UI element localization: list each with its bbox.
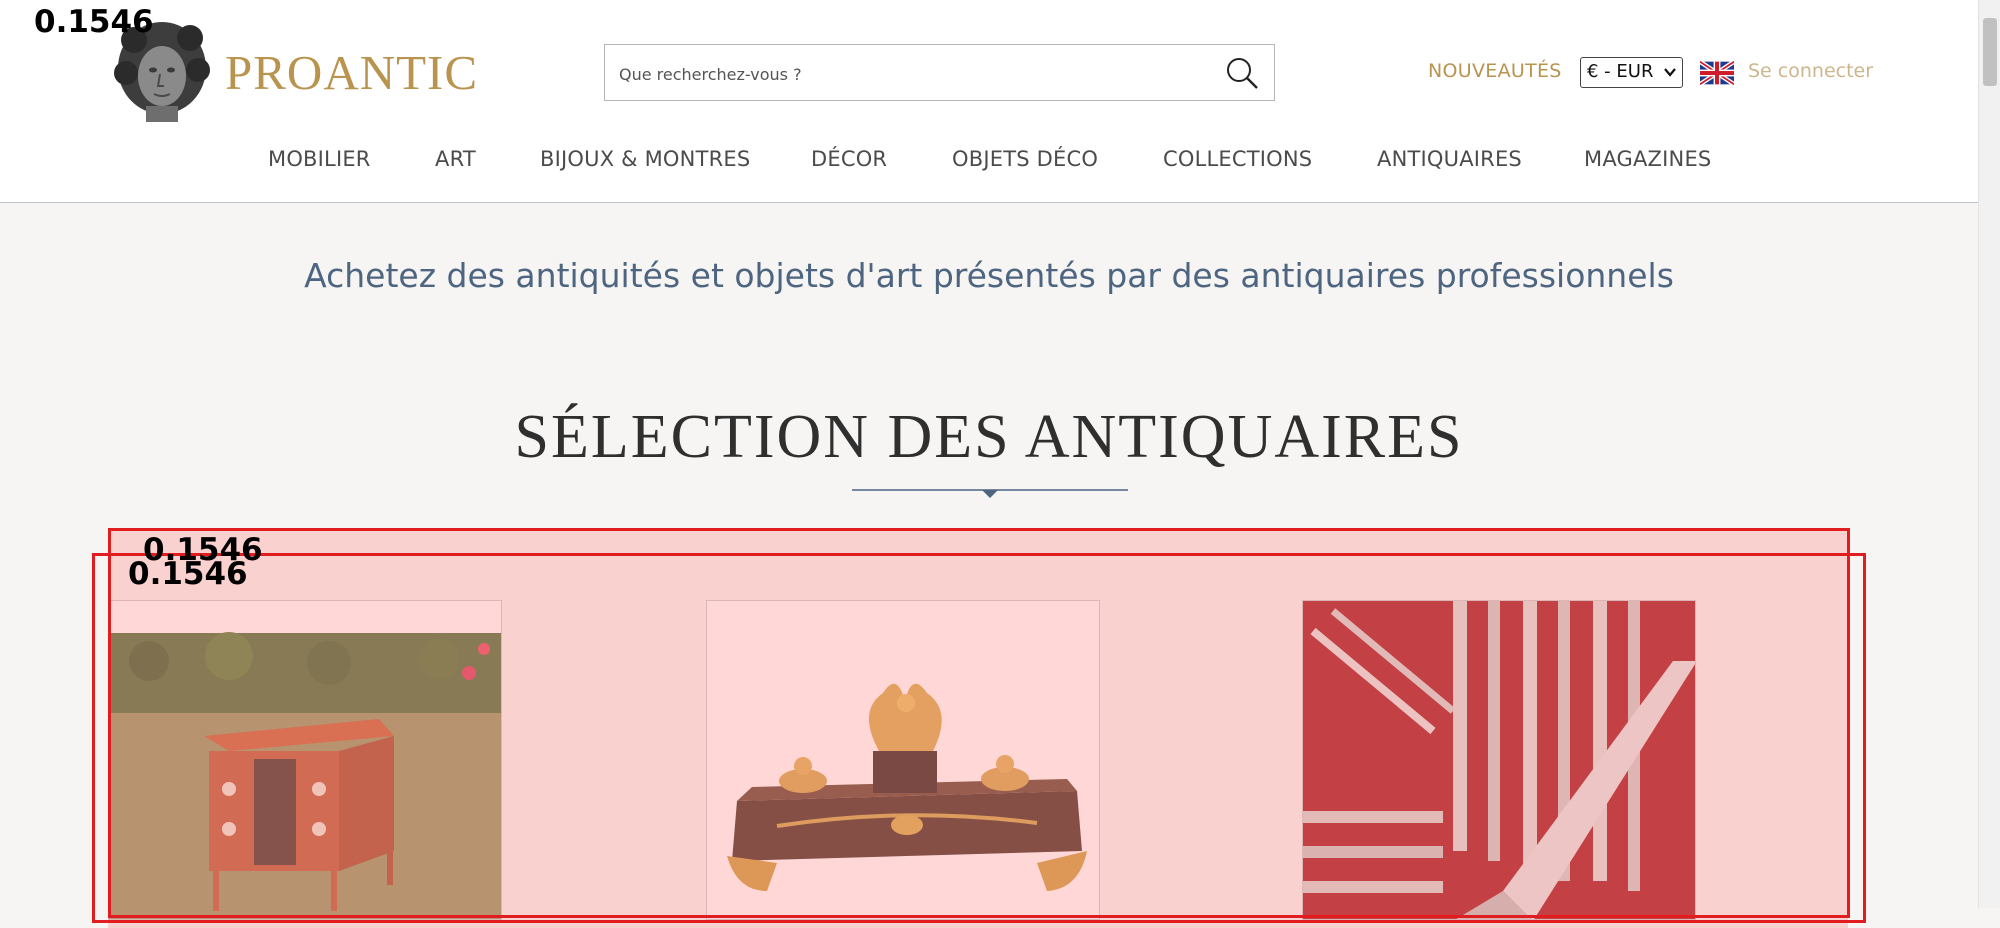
- logo-bust-icon[interactable]: [112, 18, 212, 122]
- menagere-image[interactable]: [1303, 601, 1696, 920]
- product-card[interactable]: [706, 600, 1100, 920]
- nav-item-magazines[interactable]: MAGAZINES: [1584, 147, 1711, 171]
- score-label: 0.1546: [143, 532, 263, 568]
- currency-value: € - EUR: [1587, 61, 1654, 82]
- product-card[interactable]: [1302, 600, 1696, 920]
- nav-item-mobilier[interactable]: MOBILIER: [268, 147, 371, 171]
- login-link[interactable]: Se connecter: [1748, 60, 1873, 82]
- logo-text[interactable]: PROANTIC: [225, 44, 478, 101]
- currency-select[interactable]: € - EUR: [1580, 57, 1683, 88]
- product-card[interactable]: [108, 600, 502, 920]
- uk-flag-icon[interactable]: [1700, 61, 1734, 85]
- main-nav: MOBILIER ART BIJOUX & MONTRES DÉCOR OBJE…: [0, 147, 1978, 177]
- scrollbar-thumb[interactable]: [1983, 18, 1997, 86]
- page-scrollbar[interactable]: [1978, 0, 2000, 908]
- chevron-down-icon: [1664, 68, 1676, 77]
- encrier-image[interactable]: [707, 601, 1100, 920]
- nav-item-decor[interactable]: DÉCOR: [811, 147, 887, 171]
- nav-item-bijoux-montres[interactable]: BIJOUX & MONTRES: [540, 147, 750, 171]
- nav-item-art[interactable]: ART: [435, 147, 476, 171]
- title-divider: [852, 489, 1128, 498]
- commode-image[interactable]: [109, 601, 502, 920]
- search-icon[interactable]: [1224, 55, 1260, 91]
- site-header: PROANTIC NOUVEAUTÉS € - EUR Se connecter…: [0, 0, 1978, 203]
- product-grid: [0, 600, 1978, 920]
- score-label: 0.1546: [128, 556, 248, 592]
- page-tagline: Achetez des antiquités et objets d'art p…: [304, 256, 1674, 295]
- nouveautes-link[interactable]: NOUVEAUTÉS: [1428, 60, 1562, 82]
- section-title: SÉLECTION DES ANTIQUAIRES: [514, 403, 1464, 471]
- nav-item-collections[interactable]: COLLECTIONS: [1163, 147, 1312, 171]
- nav-item-objets-deco[interactable]: OBJETS DÉCO: [952, 147, 1098, 171]
- search-box: [604, 44, 1275, 101]
- nav-item-antiquaires[interactable]: ANTIQUAIRES: [1377, 147, 1522, 171]
- search-input[interactable]: [617, 57, 1201, 91]
